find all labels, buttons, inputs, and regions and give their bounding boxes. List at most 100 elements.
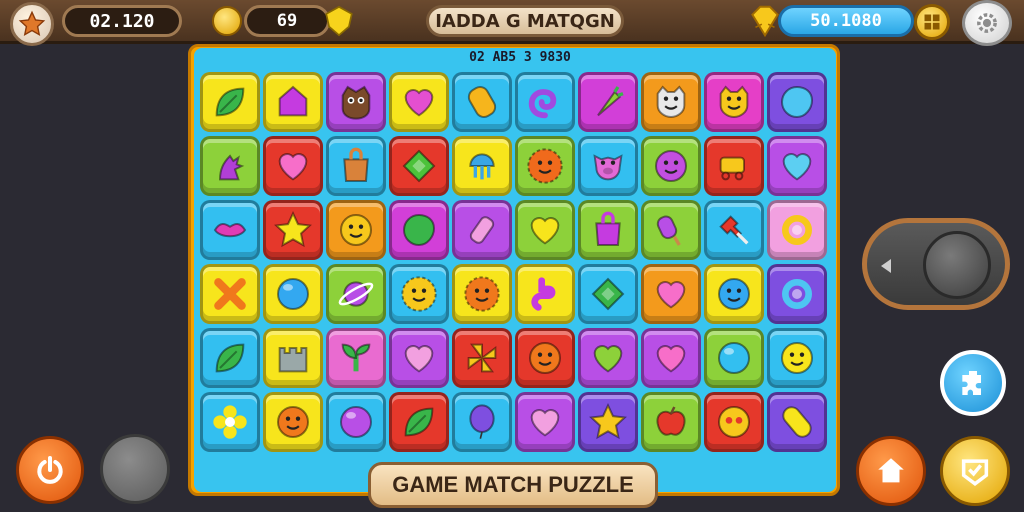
tile[interactable]: [641, 200, 701, 260]
blob-icon: [777, 82, 817, 122]
tile[interactable]: [515, 136, 575, 196]
tile[interactable]: [578, 136, 638, 196]
tile[interactable]: [704, 264, 764, 324]
tile[interactable]: [767, 72, 827, 132]
heart-icon: [777, 146, 817, 186]
tile[interactable]: [200, 136, 260, 196]
toggle-knob[interactable]: [923, 231, 991, 299]
tile[interactable]: [704, 200, 764, 260]
castle-icon: [273, 338, 313, 378]
tile[interactable]: [515, 264, 575, 324]
puzzle-button[interactable]: [940, 350, 1006, 416]
tile[interactable]: [704, 392, 764, 452]
tile[interactable]: [263, 200, 323, 260]
tile[interactable]: [641, 264, 701, 324]
tile[interactable]: [389, 392, 449, 452]
tile[interactable]: [767, 328, 827, 388]
planet-icon: [336, 274, 376, 314]
tile[interactable]: [263, 392, 323, 452]
tile[interactable]: [263, 72, 323, 132]
tile[interactable]: [515, 392, 575, 452]
tile[interactable]: [452, 264, 512, 324]
tile[interactable]: [767, 136, 827, 196]
home-button[interactable]: [856, 436, 926, 506]
tile[interactable]: [578, 392, 638, 452]
heart-icon: [588, 338, 628, 378]
pig-face-icon: [588, 146, 628, 186]
heart-icon: [399, 82, 439, 122]
snake-icon: [525, 274, 565, 314]
star-icon: [588, 402, 628, 442]
tile[interactable]: [326, 328, 386, 388]
smiley-icon: [273, 402, 313, 442]
board-header: 02 AB5 3 9830: [469, 50, 571, 65]
gem-balance: 50.1080: [778, 5, 914, 37]
tile[interactable]: [515, 72, 575, 132]
tile[interactable]: [704, 136, 764, 196]
score-display: 02.120: [62, 5, 182, 37]
favorites-button[interactable]: [10, 2, 54, 46]
candy-bar-icon: [462, 82, 502, 122]
tile[interactable]: [263, 328, 323, 388]
tile[interactable]: [263, 136, 323, 196]
sun-face-icon: [525, 146, 565, 186]
tile[interactable]: [326, 264, 386, 324]
tile[interactable]: [452, 200, 512, 260]
tile[interactable]: [326, 200, 386, 260]
pinwheel-icon: [462, 338, 502, 378]
smiley-icon: [525, 338, 565, 378]
bag-icon: [588, 210, 628, 250]
tile[interactable]: [326, 392, 386, 452]
tile[interactable]: [641, 72, 701, 132]
tile[interactable]: [515, 328, 575, 388]
tile[interactable]: [641, 392, 701, 452]
tile[interactable]: [704, 328, 764, 388]
tile[interactable]: [200, 264, 260, 324]
sprout-icon: [336, 338, 376, 378]
tile[interactable]: [767, 200, 827, 260]
tile[interactable]: [389, 200, 449, 260]
heart-icon: [525, 210, 565, 250]
tile[interactable]: [200, 392, 260, 452]
confirm-button[interactable]: [940, 436, 1010, 506]
tile[interactable]: [326, 72, 386, 132]
tile[interactable]: [326, 136, 386, 196]
menu-grid-button[interactable]: [914, 4, 950, 40]
tile[interactable]: [578, 200, 638, 260]
tile[interactable]: [767, 392, 827, 452]
tile[interactable]: [578, 264, 638, 324]
tile[interactable]: [452, 392, 512, 452]
tile[interactable]: [389, 72, 449, 132]
toggle-switch[interactable]: [862, 218, 1010, 310]
tile[interactable]: [641, 328, 701, 388]
tack-icon: [714, 210, 754, 250]
tile[interactable]: [767, 264, 827, 324]
tile[interactable]: [263, 264, 323, 324]
power-button[interactable]: [16, 436, 84, 504]
balloon-icon: [462, 402, 502, 442]
tile[interactable]: [578, 72, 638, 132]
lips-icon: [210, 210, 250, 250]
heart-icon: [525, 402, 565, 442]
home-icon: [878, 458, 904, 483]
tile[interactable]: [452, 328, 512, 388]
settings-button[interactable]: [962, 0, 1012, 46]
bottle-icon: [462, 210, 502, 250]
coin-icon: [212, 6, 242, 36]
tile[interactable]: [200, 200, 260, 260]
tile[interactable]: [389, 264, 449, 324]
tile-grid: [200, 72, 827, 452]
tile[interactable]: [578, 328, 638, 388]
tile[interactable]: [452, 72, 512, 132]
inactive-button[interactable]: [100, 434, 170, 504]
tile[interactable]: [389, 328, 449, 388]
tile[interactable]: [515, 200, 575, 260]
tile[interactable]: [200, 72, 260, 132]
tile[interactable]: [641, 136, 701, 196]
tile[interactable]: [704, 72, 764, 132]
tile[interactable]: [200, 328, 260, 388]
heart-icon: [399, 338, 439, 378]
tile[interactable]: [452, 136, 512, 196]
cat-face-icon: [714, 82, 754, 122]
tile[interactable]: [389, 136, 449, 196]
